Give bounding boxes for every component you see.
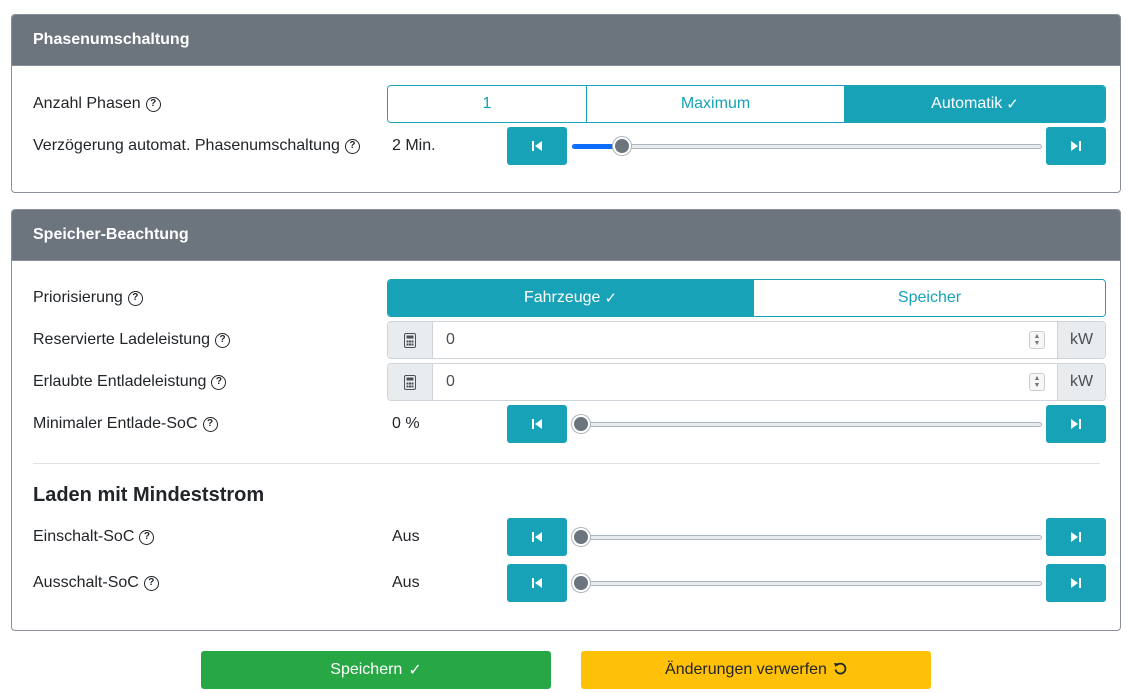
erlaubte-label-wrap: Erlaubte Entladeleistung ? <box>33 373 227 391</box>
step-backward-icon <box>532 419 542 429</box>
help-icon[interactable]: ? <box>211 374 227 390</box>
einschalt-label: Einschalt-SoC <box>33 528 135 545</box>
help-icon[interactable]: ? <box>139 529 155 545</box>
step-backward-icon <box>532 578 542 588</box>
step-backward-button[interactable] <box>507 405 567 443</box>
ausschalt-label-wrap: Ausschalt-SoC ? <box>33 574 159 592</box>
unit-label: kW <box>1057 364 1105 400</box>
verzoegerung-value: 2 Min. <box>392 137 436 154</box>
priority-option-fahrzeuge[interactable]: Fahrzeuge ✓ <box>388 280 754 316</box>
reservierte-input-group: 0 ▲ ▼ kW <box>387 321 1106 359</box>
help-icon[interactable]: ? <box>145 96 161 112</box>
slider-thumb[interactable] <box>572 574 590 592</box>
phase-option-1[interactable]: 1 <box>388 86 587 122</box>
help-icon[interactable]: ? <box>127 290 143 306</box>
spinner-icon[interactable]: ▲ ▼ <box>1029 331 1045 349</box>
slider-thumb[interactable] <box>572 415 590 433</box>
einschalt-value: Aus <box>392 528 420 545</box>
slider-track <box>572 422 1042 427</box>
erlaubte-row: Erlaubte Entladeleistung ? 0 ▲ ▼ kW <box>12 363 1120 401</box>
help-icon[interactable]: ? <box>143 575 159 591</box>
erlaubte-input-group: 0 ▲ ▼ kW <box>387 363 1106 401</box>
einschalt-row: Einschalt-SoC ? Aus <box>12 518 1120 556</box>
step-forward-icon <box>1071 419 1081 429</box>
spinner-icon[interactable]: ▲ ▼ <box>1029 373 1045 391</box>
check-icon: ✓ <box>408 662 422 679</box>
slider-thumb[interactable] <box>572 528 590 546</box>
einschalt-slider[interactable] <box>572 518 1042 556</box>
reservierte-label-wrap: Reservierte Ladeleistung ? <box>33 331 230 349</box>
ausschalt-slider[interactable] <box>572 564 1042 602</box>
slider-track <box>572 581 1042 586</box>
anzahl-phasen-row: Anzahl Phasen ? 1 Maximum Automatik ✓ <box>12 85 1120 123</box>
ausschalt-value: Aus <box>392 574 420 591</box>
anzahl-phasen-label-wrap: Anzahl Phasen ? <box>33 95 161 113</box>
min-soc-label: Minimaler Entlade-SoC <box>33 415 198 432</box>
save-button-label: Speichern <box>330 661 403 678</box>
slider-track <box>572 535 1042 540</box>
ausschalt-label: Ausschalt-SoC <box>33 574 139 591</box>
einschalt-label-wrap: Einschalt-SoC ? <box>33 528 155 546</box>
priorisierung-label: Priorisierung <box>33 289 123 306</box>
min-soc-slider[interactable] <box>572 405 1042 443</box>
step-forward-icon <box>1071 578 1081 588</box>
anzahl-phasen-button-group: 1 Maximum Automatik ✓ <box>387 85 1106 123</box>
priorisierung-button-group: Fahrzeuge ✓ Speicher <box>387 279 1106 317</box>
discard-button-label: Änderungen verwerfen <box>665 661 827 678</box>
step-backward-icon <box>532 141 542 151</box>
step-backward-icon <box>532 532 542 542</box>
step-backward-button[interactable] <box>507 518 567 556</box>
unit-label: kW <box>1057 322 1105 358</box>
verzoegerung-slider[interactable] <box>572 127 1042 165</box>
step-backward-button[interactable] <box>507 127 567 165</box>
phase-switching-card: Phasenumschaltung Anzahl Phasen ? 1 Maxi… <box>11 14 1121 193</box>
step-forward-button[interactable] <box>1046 518 1106 556</box>
discard-changes-button[interactable]: Änderungen verwerfen <box>581 651 931 689</box>
section-divider <box>33 463 1100 464</box>
reservierte-row: Reservierte Ladeleistung ? 0 ▲ ▼ kW <box>12 321 1120 359</box>
verzoegerung-label: Verzögerung automat. Phasenumschaltung <box>33 137 340 154</box>
step-forward-button[interactable] <box>1046 564 1106 602</box>
phase-option-maximum[interactable]: Maximum <box>587 86 845 122</box>
step-forward-button[interactable] <box>1046 127 1106 165</box>
calculator-icon[interactable] <box>388 322 433 358</box>
check-icon: ✓ <box>604 290 618 307</box>
verzoegerung-row: Verzögerung automat. Phasenumschaltung ?… <box>12 127 1120 165</box>
min-soc-label-wrap: Minimaler Entlade-SoC ? <box>33 415 218 433</box>
priority-option-speicher[interactable]: Speicher <box>754 280 1105 316</box>
phase-option-automatik[interactable]: Automatik ✓ <box>845 86 1105 122</box>
check-icon: ✓ <box>1006 96 1019 113</box>
step-forward-icon <box>1071 532 1081 542</box>
verzoegerung-label-wrap: Verzögerung automat. Phasenumschaltung ? <box>33 137 360 155</box>
step-backward-button[interactable] <box>507 564 567 602</box>
save-button[interactable]: Speichern ✓ <box>201 651 551 689</box>
min-soc-row: Minimaler Entlade-SoC ? 0 % <box>12 405 1120 443</box>
slider-thumb[interactable] <box>612 137 631 155</box>
anzahl-phasen-label: Anzahl Phasen <box>33 95 141 112</box>
help-icon[interactable]: ? <box>344 138 360 154</box>
calculator-icon[interactable] <box>388 364 433 400</box>
undo-icon <box>833 661 847 680</box>
storage-card: Speicher-Beachtung Priorisierung ? Fahrz… <box>11 209 1121 631</box>
erlaubte-input[interactable]: 0 ▲ ▼ <box>433 364 1057 400</box>
help-icon[interactable]: ? <box>202 416 218 432</box>
storage-header: Speicher-Beachtung <box>12 210 1120 261</box>
step-forward-button[interactable] <box>1046 405 1106 443</box>
ausschalt-row: Ausschalt-SoC ? Aus <box>12 564 1120 602</box>
erlaubte-label: Erlaubte Entladeleistung <box>33 373 207 390</box>
priorisierung-label-wrap: Priorisierung ? <box>33 289 143 307</box>
reservierte-input[interactable]: 0 ▲ ▼ <box>433 322 1057 358</box>
section-title: Laden mit Mindeststrom <box>33 484 265 506</box>
priorisierung-row: Priorisierung ? Fahrzeuge ✓ Speicher <box>12 279 1120 317</box>
reservierte-label: Reservierte Ladeleistung <box>33 331 210 348</box>
step-forward-icon <box>1071 141 1081 151</box>
min-soc-value: 0 % <box>392 415 420 432</box>
slider-track <box>572 144 1042 149</box>
help-icon[interactable]: ? <box>215 332 230 348</box>
phase-switching-header: Phasenumschaltung <box>12 15 1120 66</box>
